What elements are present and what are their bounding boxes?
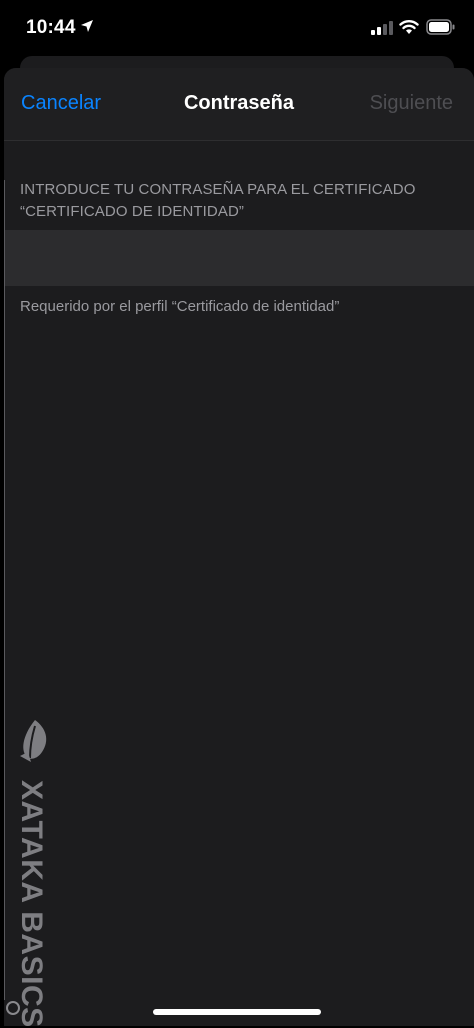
wifi-icon — [399, 19, 419, 40]
battery-icon — [426, 19, 456, 40]
watermark-text: XATAKA BASICS — [15, 780, 48, 1028]
location-arrow-icon — [80, 19, 94, 38]
home-indicator[interactable] — [153, 1009, 321, 1015]
cancel-button[interactable]: Cancelar — [21, 92, 101, 115]
xataka-leaf-icon — [18, 718, 52, 769]
password-section-footer: Requerido por el perfil “Certificado de … — [20, 298, 340, 315]
status-bar: 10:44 — [0, 0, 474, 56]
watermark-side-line — [4, 180, 5, 1000]
password-sheet: Cancelar Contraseña Siguiente INTRODUCE … — [4, 68, 474, 1026]
navigation-bar: Cancelar Contraseña Siguiente — [4, 68, 474, 141]
status-time: 10:44 — [26, 17, 76, 38]
cellular-signal-icon — [371, 21, 393, 40]
next-button[interactable]: Siguiente — [370, 92, 453, 115]
password-field-row[interactable] — [4, 230, 474, 286]
password-section-header: INTRODUCE TU CONTRASEÑA PARA EL CERTIFIC… — [20, 181, 416, 220]
password-input[interactable] — [20, 230, 458, 286]
